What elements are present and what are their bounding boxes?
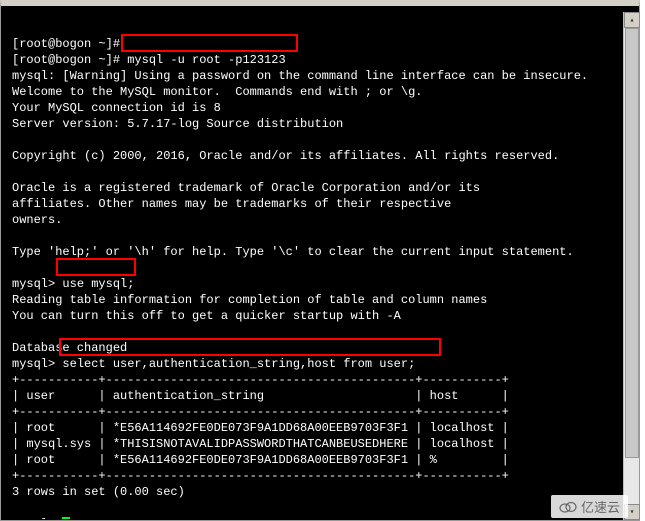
output-line: Type 'help;' or '\h' for help. Type '\c'… xyxy=(12,245,574,259)
command-text: mysql -u root -p123123 xyxy=(127,53,285,67)
watermark: 亿速云 xyxy=(551,495,628,518)
shell-prompt: [root@bogon ~]# xyxy=(12,53,127,67)
output-line: Oracle is a registered trademark of Orac… xyxy=(12,181,480,195)
table-row: | root | *E56A114692FE0DE073F9A1DD68A00E… xyxy=(12,421,509,435)
command-text: select user,authentication_string,host f… xyxy=(62,357,415,371)
highlight-annotation xyxy=(56,258,136,276)
output-line: 3 rows in set (0.00 sec) xyxy=(12,485,185,499)
terminal-inner[interactable]: [root@bogon ~]# [root@bogon ~]# mysql -u… xyxy=(2,12,622,519)
output-line: Welcome to the MySQL monitor. Commands e… xyxy=(12,85,422,99)
output-line: mysql: [Warning] Using a password on the… xyxy=(12,69,588,83)
table-row: | mysql.sys | *THISISNOTAVALIDPASSWORDTH… xyxy=(12,437,509,451)
watermark-text: 亿速云 xyxy=(581,497,620,516)
output-line: affiliates. Other names may be trademark… xyxy=(12,197,451,211)
table-separator: +-----------+---------------------------… xyxy=(12,373,509,387)
terminal-content: [root@bogon ~]# [root@bogon ~]# mysql -u… xyxy=(2,12,622,519)
output-line: Reading table information for completion… xyxy=(12,293,487,307)
table-separator: +-----------+---------------------------… xyxy=(12,405,509,419)
output-line: Server version: 5.7.17-log Source distri… xyxy=(12,117,343,131)
command-text: use mysql; xyxy=(62,277,134,291)
table-separator: +-----------+---------------------------… xyxy=(12,469,509,483)
table-header-row: | user | authentication_string | host | xyxy=(12,389,509,403)
scrollbar-thumb[interactable] xyxy=(625,28,639,458)
output-line: owners. xyxy=(12,213,62,227)
mysql-prompt: mysql> xyxy=(12,517,62,519)
scrollbar-arrow-up-icon[interactable]: ▴ xyxy=(624,12,640,28)
mysql-prompt: mysql> xyxy=(12,277,62,291)
mysql-prompt: mysql> xyxy=(12,357,62,371)
terminal-cursor xyxy=(62,517,70,519)
output-line: Copyright (c) 2000, 2016, Oracle and/or … xyxy=(12,149,559,163)
output-line: Database changed xyxy=(12,341,127,355)
table-row: | root | *E56A114692FE0DE073F9A1DD68A00E… xyxy=(12,453,509,467)
shell-prompt: [root@bogon ~]# xyxy=(12,37,120,51)
terminal-window: [root@bogon ~]# [root@bogon ~]# mysql -u… xyxy=(0,0,640,521)
scrollbar-vertical[interactable]: ▴ ▾ xyxy=(623,12,639,520)
output-line: You can turn this off to get a quicker s… xyxy=(12,309,401,323)
cloud-icon xyxy=(559,500,577,514)
output-line: Your MySQL connection id is 8 xyxy=(12,101,221,115)
highlight-annotation xyxy=(121,34,298,52)
